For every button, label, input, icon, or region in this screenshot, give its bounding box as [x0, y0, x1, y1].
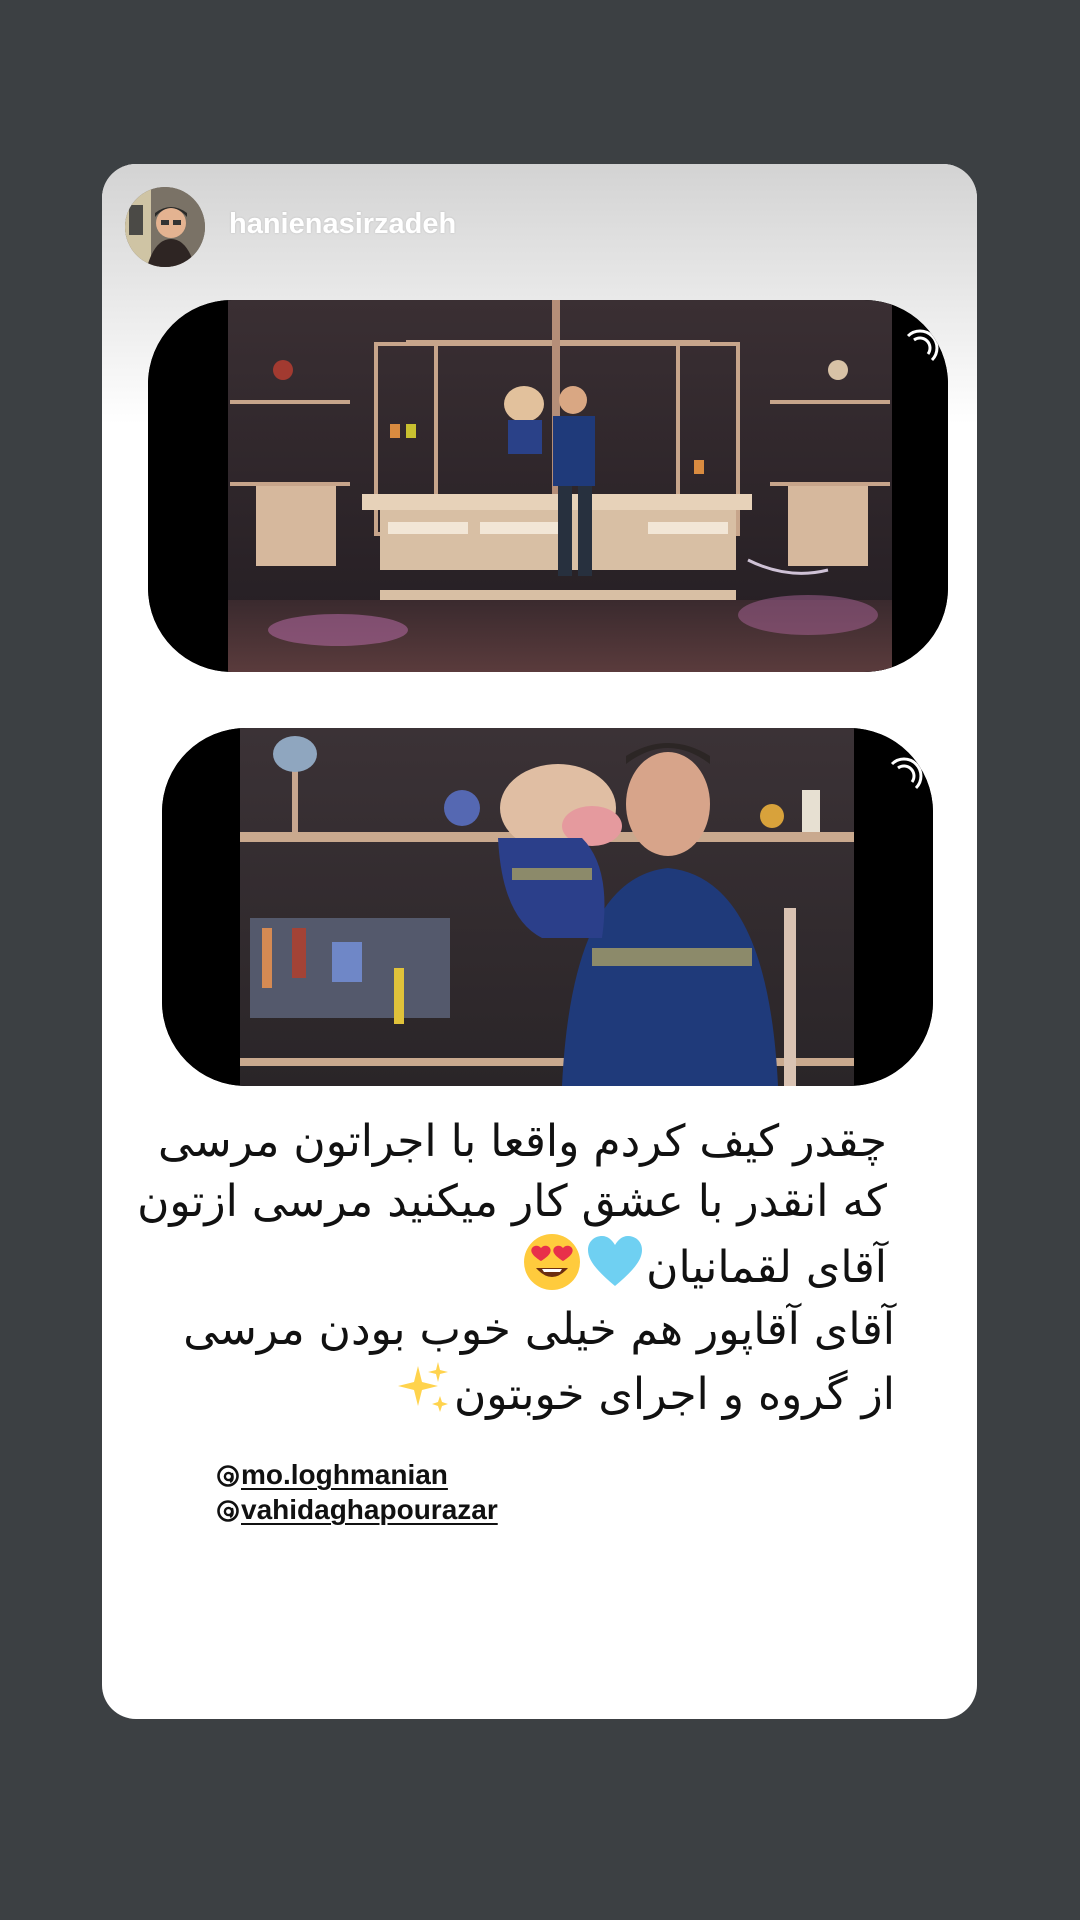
caption-block-2: آقای آقاپور هم خیلی خوب بودن مرسی از گرو…	[183, 1300, 895, 1420]
caption-block-1: چقدر کیف کردم واقعا با اجراتون مرسی که ا…	[137, 1112, 887, 1293]
story-username[interactable]: hanienasirzadeh	[229, 208, 456, 241]
story-card: hanienasirzadeh چقدر کیف کردم واقعا با ا…	[102, 164, 977, 1719]
caption-2-line-2-text: از گروه و اجرای خوبتون	[453, 1369, 895, 1420]
caption-2-line-2: از گروه و اجرای خوبتون	[195, 1360, 895, 1420]
caption-1-line-1: چقدر کیف کردم واقعا با اجراتون مرسی	[158, 1116, 887, 1167]
threads-icon	[216, 1498, 240, 1522]
light-blue-heart-icon	[586, 1234, 644, 1306]
caption-1-line-2: که انقدر با عشق کار میکنید مرسی ازتون	[137, 1176, 887, 1227]
mention-handle[interactable]: vahidaghapourazar	[241, 1494, 498, 1526]
caption-1-line-3-text: آقای لقمانیان	[646, 1242, 887, 1293]
caption-1-line-3: آقای لقمانیان	[187, 1232, 887, 1293]
stage-closeup-photo	[162, 728, 933, 1086]
mention-item[interactable]: vahidaghapourazar	[216, 1493, 498, 1527]
caption-2-line-1: آقای آقاپور هم خیلی خوب بودن مرسی	[183, 1304, 895, 1355]
stage-wide-photo	[148, 300, 948, 672]
threads-icon	[216, 1463, 240, 1487]
heart-eyes-icon	[522, 1232, 582, 1308]
mentions-list: mo.loghmanian vahidaghapourazar	[216, 1458, 498, 1528]
mention-handle[interactable]: mo.loghmanian	[241, 1459, 448, 1491]
sparkles-icon	[394, 1360, 452, 1434]
profile-avatar[interactable]	[125, 187, 205, 267]
mention-item[interactable]: mo.loghmanian	[216, 1458, 498, 1492]
